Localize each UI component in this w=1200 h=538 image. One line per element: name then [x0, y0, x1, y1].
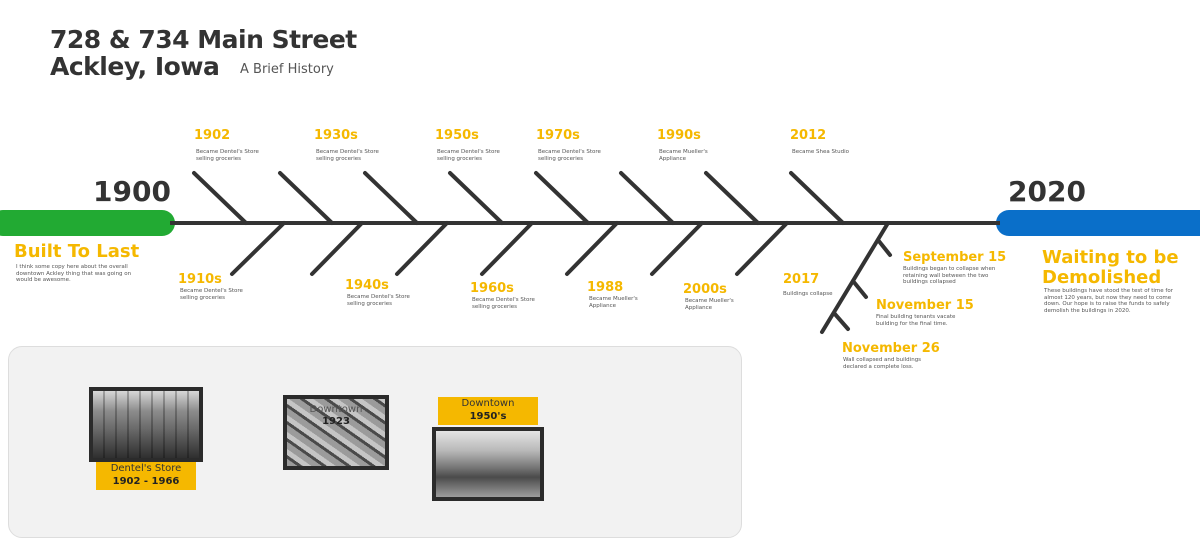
caption-date: 1902 - 1966: [112, 476, 180, 487]
event-year: 1902: [194, 128, 231, 143]
event-description: Became Mueller's Appliance: [589, 296, 638, 309]
event-description: Became Mueller's Appliance: [659, 149, 708, 162]
event-description: Final building tenants vacate building f…: [876, 314, 956, 327]
event-year: 1940s: [345, 278, 389, 293]
top-branches: [192, 171, 845, 225]
event-year: September 15: [903, 250, 1007, 265]
event-year: 1910s: [178, 272, 222, 287]
event-description: Became Shea Studio: [792, 149, 850, 155]
end-bar: [996, 210, 1200, 236]
event-description: Buildings collapse: [783, 291, 833, 297]
event-year: November 15: [876, 298, 974, 313]
end-year: 2020: [1008, 175, 1086, 208]
event-description: Became Dentel's Store selling groceries: [437, 149, 500, 162]
caption-date: 1950's: [469, 411, 507, 422]
branch-line: [192, 171, 248, 225]
end-label: Waiting to be Demolished: [1042, 248, 1179, 288]
event-year: 1930s: [314, 128, 358, 143]
end-description: These buildings have stood the test of t…: [1044, 288, 1173, 314]
caption-title: Downtown: [309, 404, 363, 415]
photo-caption: Dentel's Store 1902 - 1966: [96, 462, 196, 490]
branch-line: [619, 171, 675, 225]
branch-line: [310, 221, 364, 276]
event-year: 1990s: [657, 128, 701, 143]
branch-line: [565, 221, 619, 276]
start-bar: [0, 210, 175, 236]
branch-line: [789, 171, 845, 225]
event-year: 1950s: [435, 128, 479, 143]
event-year: 2017: [783, 272, 820, 287]
photo-caption: Downtown 1950's: [438, 397, 538, 425]
photo-caption: Downtown 1923: [283, 404, 389, 428]
event-description: Became Mueller's Appliance: [685, 298, 734, 311]
branch-line: [480, 221, 534, 276]
branch-line: [230, 221, 286, 276]
branch-line: [278, 171, 334, 225]
event-year: 2012: [790, 128, 827, 143]
photo-image: [93, 391, 199, 458]
branch-line: [735, 221, 789, 276]
branch-line: [363, 171, 419, 225]
caption-date: 1923: [322, 416, 350, 427]
start-year: 1900: [93, 175, 171, 208]
event-year: November 26: [842, 341, 940, 356]
event-description: Became Dentel's Store selling groceries: [472, 297, 535, 310]
event-description: Became Dentel's Store selling groceries: [347, 294, 410, 307]
event-description: Became Dentel's Store selling groceries: [316, 149, 379, 162]
event-description: Became Dentel's Store selling groceries: [538, 149, 601, 162]
event-description: Became Dentel's Store selling groceries: [180, 288, 243, 301]
branch-line: [395, 221, 449, 276]
caption-title: Dentel's Store: [110, 463, 182, 474]
event-year: 1988: [587, 280, 624, 295]
branch-line: [704, 171, 760, 225]
event-description: Wall collapsed and buildings declared a …: [843, 357, 922, 370]
branch-line: [534, 171, 590, 225]
branch-line: [650, 221, 704, 276]
photo-dentels-store: [89, 387, 203, 462]
event-year: 2000s: [683, 282, 727, 297]
photo-image: [436, 431, 540, 497]
end-label-line-1: Waiting to be: [1042, 247, 1179, 268]
branch-line: [448, 171, 504, 225]
bottom-branches: [230, 221, 789, 276]
event-year: 1970s: [536, 128, 580, 143]
photo-downtown-1950s: [432, 427, 544, 501]
start-description: I think some copy here about the overall…: [16, 264, 132, 283]
event-description: Became Dentel's Store selling groceries: [196, 149, 259, 162]
start-label: Built To Last: [14, 241, 140, 262]
branch-line: [832, 311, 850, 331]
branch-line: [876, 238, 892, 257]
branch-line: [851, 279, 868, 299]
caption-title: Downtown: [461, 398, 515, 409]
event-year: 1960s: [470, 281, 514, 296]
event-description: Buildings began to collapse when retaini…: [903, 266, 996, 285]
end-label-line-2: Demolished: [1042, 267, 1162, 288]
